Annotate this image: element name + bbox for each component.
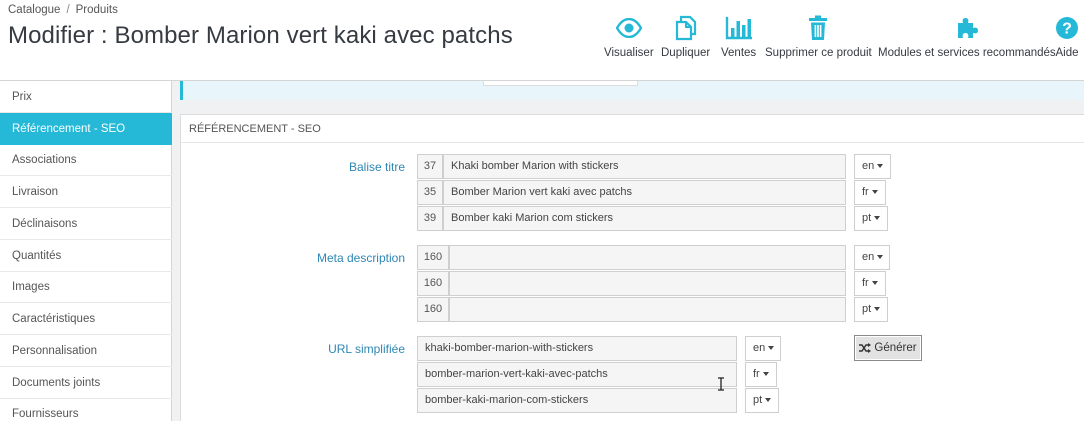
preview-button[interactable]: Visualiser (604, 14, 654, 64)
caret-down-icon (765, 398, 772, 403)
title-char-count: 37 (417, 154, 443, 179)
sales-label: Ventes (721, 47, 757, 59)
meta-input-pt[interactable] (449, 297, 846, 322)
lang-label: fr (862, 277, 869, 289)
lang-label: en (862, 160, 875, 172)
title-input-en[interactable]: Khaki bomber Marion with stickers (443, 154, 846, 179)
eye-icon (613, 14, 645, 42)
url-input-pt[interactable]: bomber-kaki-marion-com-stickers (417, 388, 737, 413)
trash-icon (767, 14, 869, 42)
breadcrumb: Catalogue / Produits (8, 4, 118, 16)
url-lang-dropdown-pt[interactable]: pt (745, 388, 779, 413)
shuffle-icon (859, 343, 872, 353)
meta-char-count: 160 (417, 245, 449, 270)
meta-input-en[interactable] (449, 245, 846, 270)
lang-label: pt (753, 394, 763, 406)
caret-down-icon (877, 255, 884, 260)
svg-text:?: ? (1062, 21, 1072, 38)
sidebar-item-documents[interactable]: Documents joints (0, 367, 172, 399)
meta-lang-dropdown-fr[interactable]: fr (854, 271, 886, 296)
url-input-fr[interactable]: bomber-marion-vert-kaki-avec-patchs (417, 362, 737, 387)
preview-label: Visualiser (604, 47, 654, 59)
text-cursor-icon (718, 377, 724, 391)
sidebar-item-caracteristiques[interactable]: Caractéristiques (0, 303, 172, 335)
copy-icon (670, 14, 702, 42)
modules-button[interactable]: Modules et services recommandés (878, 14, 1056, 64)
help-button[interactable]: ? Aide (1054, 14, 1080, 64)
page-header: Catalogue / Produits Modifier : Bomber Mar… (0, 0, 1084, 81)
breadcrumb-products[interactable]: Produits (76, 4, 118, 16)
caret-down-icon (874, 216, 881, 221)
sidebar-item-declinaisons[interactable]: Déclinaisons (0, 208, 172, 240)
sidebar-item-prix[interactable]: Prix (0, 81, 172, 113)
lang-label: en (753, 342, 766, 354)
meta-lang-dropdown-pt[interactable]: pt (854, 297, 888, 322)
meta-char-count: 160 (417, 271, 449, 296)
lang-label: fr (753, 368, 760, 380)
tab-stub (483, 81, 638, 86)
info-strip (180, 81, 1084, 100)
sidebar-item-quantites[interactable]: Quantités (0, 240, 172, 272)
caret-down-icon (768, 346, 775, 351)
title-tag-label: Balise titre (348, 160, 405, 174)
breadcrumb-catalogue[interactable]: Catalogue (8, 4, 60, 16)
caret-down-icon (877, 164, 884, 169)
product-sidebar: Prix Référencement - SEO Associations Li… (0, 81, 172, 421)
help-label: Aide (1055, 47, 1079, 59)
help-icon: ? (1054, 14, 1080, 42)
bar-chart-icon (723, 14, 755, 42)
sidebar-item-seo[interactable]: Référencement - SEO (0, 113, 172, 145)
title-lang-dropdown-fr[interactable]: fr (854, 180, 886, 205)
friendly-url-label: URL simplifiée (328, 342, 405, 356)
title-lang-dropdown-pt[interactable]: pt (854, 206, 888, 231)
caret-down-icon (871, 281, 878, 286)
sidebar-item-associations[interactable]: Associations (0, 144, 172, 176)
title-char-count: 35 (417, 180, 443, 205)
sidebar-item-personnalisation[interactable]: Personnalisation (0, 335, 172, 367)
caret-down-icon (874, 307, 881, 312)
panel-heading: Référencement - SEO (181, 115, 1084, 143)
duplicate-label: Dupliquer (661, 47, 711, 59)
modules-label: Modules et services recommandés (878, 47, 1056, 59)
generate-label: Générer (874, 342, 917, 354)
meta-lang-dropdown-en[interactable]: en (854, 245, 890, 270)
url-lang-dropdown-fr[interactable]: fr (745, 362, 777, 387)
url-input-en[interactable]: khaki-bomber-marion-with-stickers (417, 336, 737, 361)
page-title: Modifier : Bomber Marion vert kaki avec … (8, 22, 513, 49)
meta-char-count: 160 (417, 297, 449, 322)
meta-description-label: Meta description (316, 251, 405, 265)
title-input-pt[interactable]: Bomber kaki Marion com stickers (443, 206, 846, 231)
title-input-fr[interactable]: Bomber Marion vert kaki avec patchs (443, 180, 846, 205)
sidebar-item-livraison[interactable]: Livraison (0, 176, 172, 208)
breadcrumb-separator: / (66, 4, 70, 16)
caret-down-icon (762, 372, 769, 377)
meta-input-fr[interactable] (449, 271, 846, 296)
sales-button[interactable]: Ventes (721, 14, 756, 64)
duplicate-button[interactable]: Dupliquer (661, 14, 710, 64)
lang-label: en (862, 251, 875, 263)
lang-label: fr (862, 186, 869, 198)
url-lang-dropdown-en[interactable]: en (745, 336, 781, 361)
sidebar-item-images[interactable]: Images (0, 271, 172, 303)
sidebar-item-fournisseurs[interactable]: Fournisseurs (0, 398, 172, 421)
generate-url-button[interactable]: Générer (854, 335, 922, 361)
delete-product-label: Supprimer ce produit (765, 47, 872, 59)
caret-down-icon (871, 190, 878, 195)
lang-label: pt (862, 212, 872, 224)
title-char-count: 39 (417, 206, 443, 231)
lang-label: pt (862, 303, 872, 315)
title-lang-dropdown-en[interactable]: en (854, 154, 891, 179)
puzzle-icon (885, 14, 1049, 42)
delete-product-button[interactable]: Supprimer ce produit (765, 14, 872, 64)
